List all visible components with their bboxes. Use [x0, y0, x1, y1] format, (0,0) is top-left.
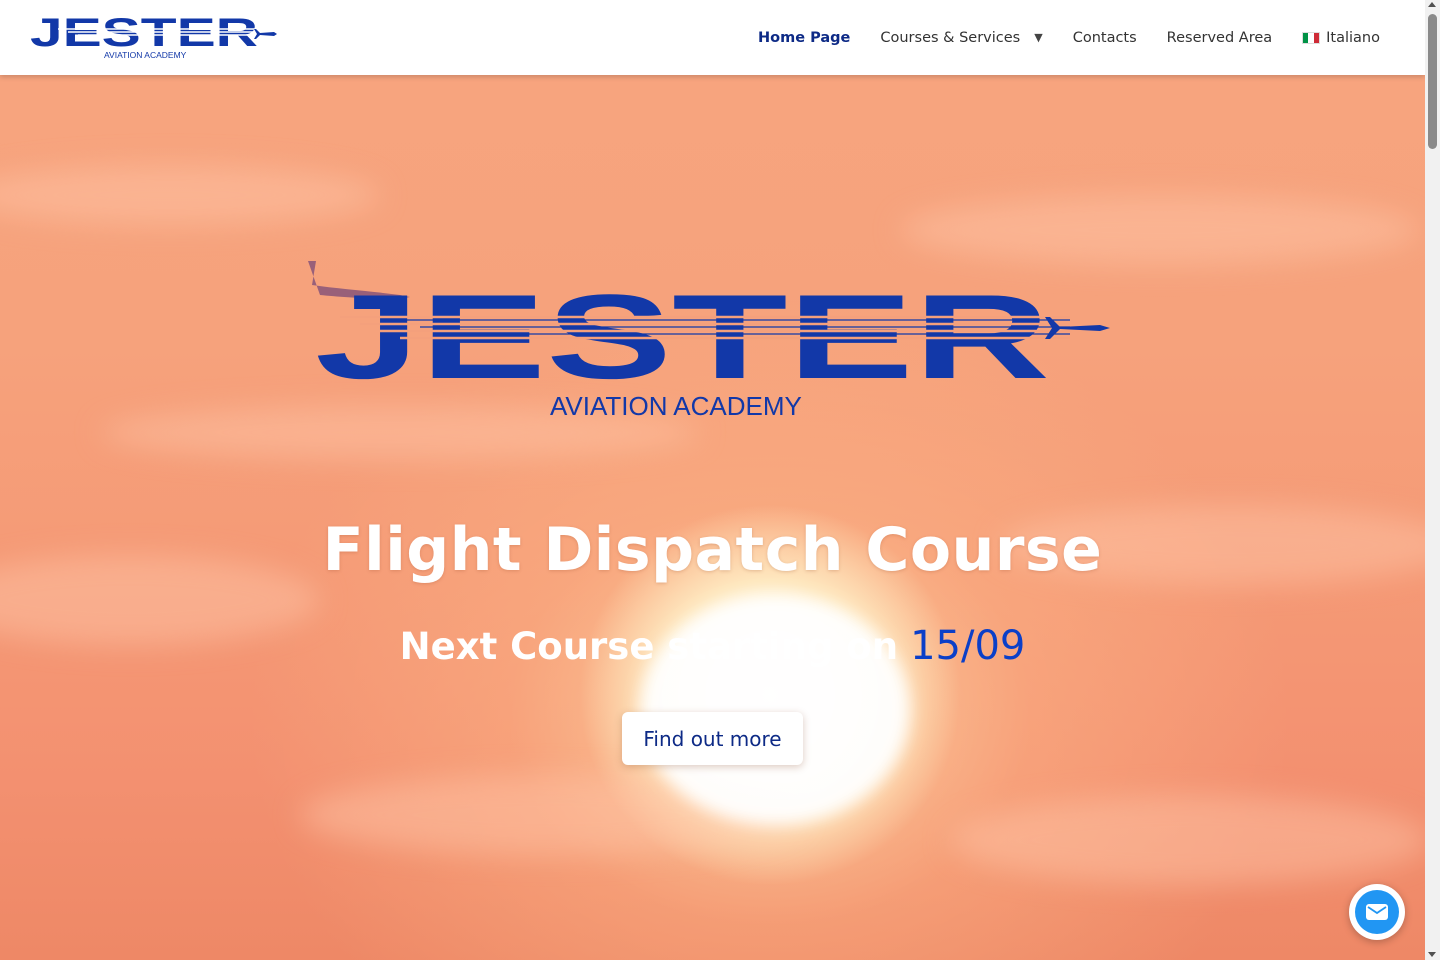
- main-nav: Home Page Courses & Services ▼ Contacts …: [728, 0, 1380, 75]
- hero-subtitle-prefix: Next Course starting on: [399, 625, 899, 668]
- italian-flag-icon: [1302, 31, 1321, 44]
- nav-reserved-area-label: Reserved Area: [1166, 29, 1273, 46]
- nav-contacts-label: Contacts: [1072, 29, 1137, 46]
- nav-courses-services-label: Courses & Services: [880, 29, 1021, 46]
- nav-home-page-label: Home Page: [758, 29, 851, 46]
- find-out-more-button[interactable]: Find out more: [622, 712, 803, 765]
- hero-title: Flight Dispatch Course: [322, 515, 1103, 585]
- nav-language-italiano[interactable]: Italiano: [1302, 30, 1380, 46]
- nav-home-page[interactable]: Home Page: [758, 30, 850, 46]
- hero-subtitle: Next Course starting on 15/09: [0, 623, 1425, 669]
- chevron-down-icon[interactable]: ▼: [1034, 31, 1042, 44]
- page-scrollbar[interactable]: [1425, 0, 1440, 960]
- scrollbar-thumb[interactable]: [1428, 14, 1437, 149]
- nav-reserved-area[interactable]: Reserved Area: [1167, 30, 1272, 46]
- chat-button[interactable]: [1349, 884, 1405, 940]
- chat-button-inner: [1355, 890, 1399, 934]
- scroll-up-arrow-icon[interactable]: [1428, 2, 1436, 7]
- nav-language-label: Italiano: [1326, 29, 1380, 46]
- hero-logo: JESTER AVIATION ACADEMY: [308, 261, 1110, 421]
- header-logo-tagline: AVIATION ACADEMY: [104, 50, 187, 60]
- header-logo: JESTER AVIATION ACADEMY: [30, 13, 277, 60]
- site-header: JESTER AVIATION ACADEMY Home Page Course…: [0, 0, 1425, 75]
- mail-icon: [1366, 904, 1388, 920]
- header-logo-plane-icon: [254, 29, 277, 39]
- hero-section: JESTER AVIATION ACADEMY Flight Dispatch …: [0, 75, 1425, 960]
- hero-logo-tagline: AVIATION ACADEMY: [550, 391, 802, 421]
- scroll-down-arrow-icon[interactable]: [1428, 952, 1436, 957]
- nav-contacts[interactable]: Contacts: [1073, 30, 1137, 46]
- header-logo-wordmark: JESTER: [30, 13, 258, 55]
- hero-subtitle-date: 15/09: [910, 623, 1026, 669]
- nav-courses-services[interactable]: Courses & Services ▼: [880, 30, 1042, 46]
